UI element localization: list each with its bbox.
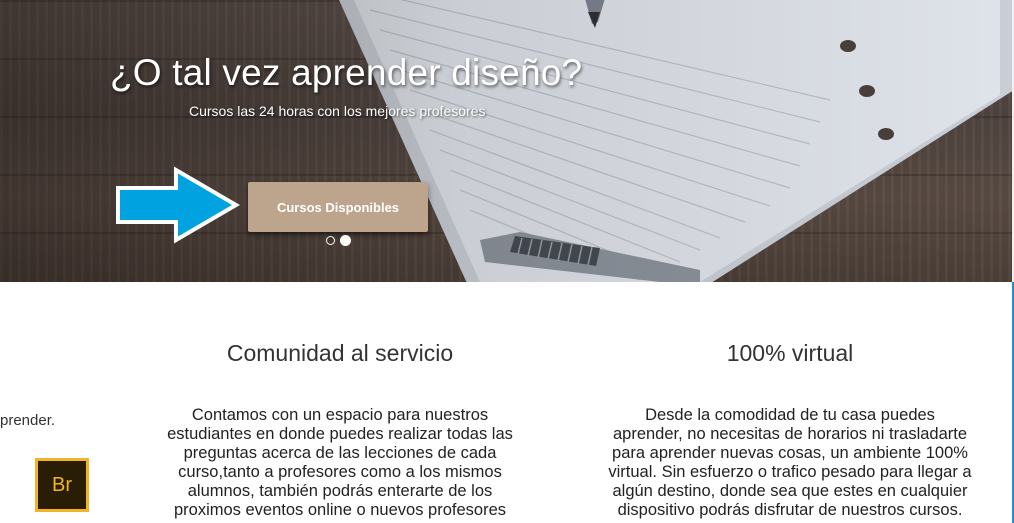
hero-title: ¿O tal vez aprender diseño? xyxy=(110,52,583,93)
feature-text-partial: prender. xyxy=(0,412,56,429)
text-line: alumnos, también podrás enterarte de los xyxy=(187,482,493,500)
carousel-indicators xyxy=(324,235,354,247)
text-line: virtual. Sin esfuerzo o trafico pesado p… xyxy=(608,463,972,481)
arrow-right-icon xyxy=(116,166,240,244)
feature-text-virtual: Desde la comodidad de tu casa puedes apr… xyxy=(590,406,990,520)
feature-title-community: Comunidad al servicio xyxy=(226,340,454,366)
feature-title-virtual: 100% virtual xyxy=(726,340,854,366)
text-line: para aprender nuevas cosas, un ambiente … xyxy=(612,444,968,462)
text-line: aprender, no necesitas de horarios ni tr… xyxy=(612,425,968,443)
feature-text-community: Contamos con un espacio para nuestros es… xyxy=(148,406,532,520)
text-line: preguntas acerca de las lecciones de cad… xyxy=(183,444,497,462)
available-courses-button[interactable]: Cursos Disponibles xyxy=(248,182,428,232)
carousel-dot-2-active[interactable] xyxy=(340,235,351,246)
adobe-bridge-label: Br xyxy=(52,473,72,496)
hero-banner: ¿O tal vez aprender diseño? Cursos las 2… xyxy=(0,0,1014,282)
text-line: estudiantes en donde puedes realizar tod… xyxy=(167,425,513,443)
hero-subtitle: Cursos las 24 horas con los mejores prof… xyxy=(189,103,486,119)
text-line: proximos eventos online o nuevos profeso… xyxy=(173,501,507,519)
text-line: dispositivo podrás disfrutar de nuestros… xyxy=(617,501,963,519)
text-line: Desde la comodidad de tu casa puedes xyxy=(645,406,935,424)
text-line: Contamos con un espacio para nuestros xyxy=(191,406,489,424)
text-line: algún destino, donde sea que estes en cu… xyxy=(612,482,968,500)
adobe-bridge-icon[interactable]: Br xyxy=(35,458,89,512)
text-line: curso,tanto a profesores como a los mism… xyxy=(178,463,502,481)
carousel-dot-1[interactable] xyxy=(326,236,335,245)
